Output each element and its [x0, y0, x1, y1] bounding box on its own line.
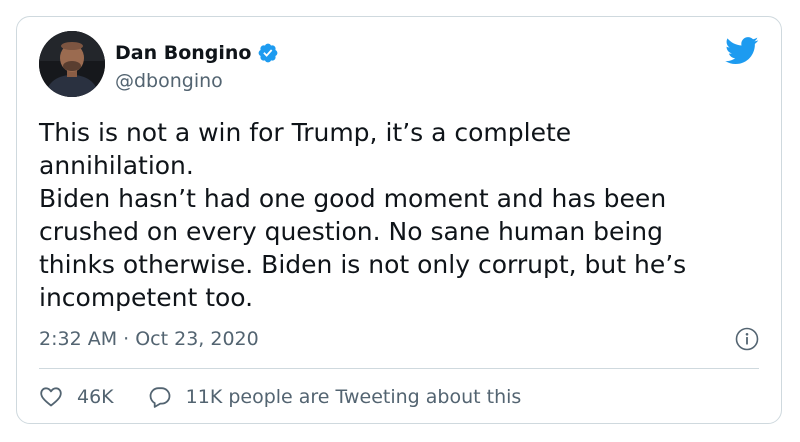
author-handle[interactable]: @dbongino — [115, 69, 223, 93]
info-icon[interactable] — [735, 327, 759, 351]
divider — [39, 368, 759, 369]
author-name-row[interactable]: Dan Bongino — [115, 41, 279, 65]
tweeting-about-text[interactable]: 11K people are Tweeting about this — [186, 386, 522, 408]
tweeting-about-link[interactable]: 11K people are Tweeting about this — [148, 385, 522, 409]
like-button[interactable]: 46K — [39, 385, 114, 409]
tweet-text-line: incompetent too. — [39, 283, 254, 312]
verified-badge-icon — [258, 43, 277, 63]
tweet-actions: 46K 11K people are Tweeting about this — [39, 382, 521, 412]
tweet-text: This is not a win for Trump, it’s a comp… — [39, 116, 739, 314]
author-display-name[interactable]: Dan Bongino — [115, 41, 252, 65]
like-count[interactable]: 46K — [77, 386, 114, 408]
speech-bubble-icon — [149, 387, 171, 408]
tweet-timestamp[interactable]: 2:32 AM · Oct 23, 2020 — [39, 326, 259, 352]
tweet-text-line: This is not a win for Trump, it’s a comp… — [39, 118, 572, 147]
heart-icon — [40, 387, 62, 407]
avatar-image — [39, 31, 105, 97]
tweet-text-line: crushed on every question. No sane human… — [39, 217, 664, 246]
avatar[interactable] — [39, 31, 105, 97]
tweet-text-line: annihilation. — [39, 151, 194, 180]
embedded-tweet-card[interactable]: Dan Bongino @dbongino This is not a win … — [16, 16, 782, 424]
twitter-bird-icon[interactable] — [725, 37, 759, 65]
tweet-text-line: Biden hasn’t had one good moment and has… — [39, 184, 667, 213]
tweet-text-line: thinks otherwise. Biden is not only corr… — [39, 250, 687, 279]
